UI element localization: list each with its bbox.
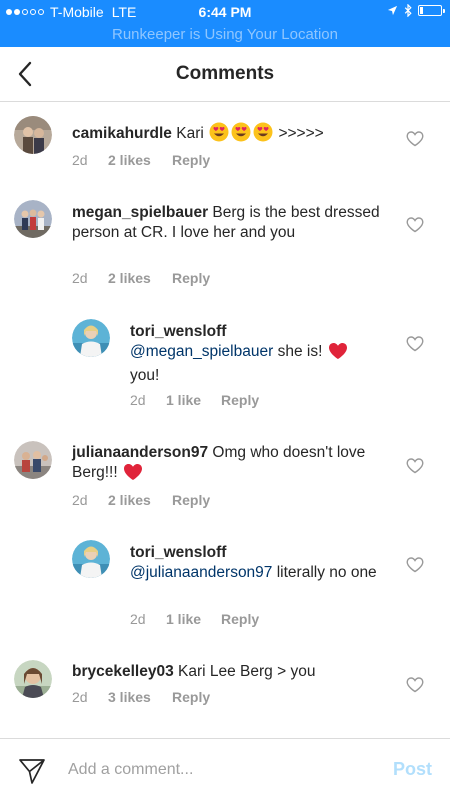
comment-text: megan_spielbauer Berg is the best dresse… (72, 203, 382, 243)
bluetooth-icon (404, 4, 412, 17)
battery-icon (418, 5, 445, 16)
comment-body: Kari Lee Berg > you (178, 663, 316, 680)
comment-item: brycekelley03 Kari Lee Berg > you (0, 640, 450, 730)
avatar[interactable] (14, 441, 52, 479)
comment-username[interactable]: brycekelley03 (72, 663, 174, 680)
like-heart-button[interactable] (406, 336, 426, 354)
comment-text: tori_wensloff @julianaanderson97 literal… (130, 543, 390, 583)
page-title: Comments (175, 63, 275, 84)
comment-likes[interactable]: 1 like (166, 611, 221, 627)
comment-username[interactable]: tori_wensloff (130, 544, 226, 561)
paper-plane-icon[interactable] (18, 757, 46, 785)
comment-item: camikahurdle Kari >>>>> 2d 2 likes Reply (0, 102, 450, 182)
comment-time: 2d (72, 492, 88, 508)
heart-outline-icon (406, 458, 424, 474)
comment-text: julianaanderson97 Omg who doesn't love B… (72, 443, 392, 487)
like-heart-button[interactable] (406, 217, 426, 235)
avatar[interactable] (14, 116, 52, 154)
heart-outline-icon (406, 677, 424, 693)
location-arrow-icon (387, 5, 398, 16)
comment-username[interactable]: megan_spielbauer (72, 204, 208, 221)
heart-outline-icon (406, 131, 424, 147)
like-heart-button[interactable] (406, 458, 426, 476)
red-heart-emoji-icon (328, 342, 348, 366)
comment-body-continued: you! (130, 367, 160, 384)
comment-item: julianaanderson97 Omg who doesn't love B… (0, 422, 450, 520)
comment-body: literally no one (276, 564, 377, 581)
comment-time: 2d (72, 152, 88, 168)
like-heart-button[interactable] (406, 131, 426, 149)
avatar[interactable] (72, 540, 110, 578)
reply-button[interactable]: Reply (172, 492, 210, 508)
comment-input[interactable] (68, 757, 368, 783)
comment-reply-item: tori_wensloff @julianaanderson97 literal… (0, 520, 450, 640)
heart-eyes-emoji-icon (209, 122, 229, 148)
comment-username[interactable]: camikahurdle (72, 125, 172, 142)
comment-time: 2d (130, 392, 146, 408)
comment-meta: 2d 2 likes Reply (72, 492, 210, 508)
comment-body-suffix: >>>>> (278, 125, 324, 142)
comment-meta: 2d 2 likes Reply (72, 270, 210, 286)
reply-button[interactable]: Reply (172, 152, 210, 168)
comment-text: brycekelley03 Kari Lee Berg > you (72, 662, 392, 682)
comment-username[interactable]: julianaanderson97 (72, 444, 208, 461)
comment-composer: Post (0, 738, 450, 801)
comment-time: 2d (72, 689, 88, 705)
comment-mention[interactable]: @megan_spielbauer (130, 343, 273, 360)
comment-item: megan_spielbauer Berg is the best dresse… (0, 182, 450, 300)
red-heart-emoji-icon (123, 463, 143, 487)
like-heart-button[interactable] (406, 557, 426, 575)
comment-likes[interactable]: 2 likes (108, 492, 172, 508)
avatar[interactable] (14, 660, 52, 698)
comment-text: tori_wensloff @megan_spielbauer she is! … (130, 322, 390, 386)
comment-meta: 2d 3 likes Reply (72, 689, 210, 705)
comment-likes[interactable]: 2 likes (108, 270, 172, 286)
comment-body: Kari (176, 125, 204, 142)
comment-likes[interactable]: 3 likes (108, 689, 172, 705)
heart-eyes-emoji-icon (231, 122, 251, 148)
comment-meta: 2d 1 like Reply (130, 611, 259, 627)
nav-bar: Comments (0, 47, 450, 102)
comment-time: 2d (72, 270, 88, 286)
comment-likes[interactable]: 2 likes (108, 152, 172, 168)
heart-outline-icon (406, 217, 424, 233)
avatar[interactable] (14, 200, 52, 238)
heart-outline-icon (406, 336, 424, 352)
comment-meta: 2d 2 likes Reply (72, 152, 210, 168)
heart-eyes-emoji-icon (253, 122, 273, 148)
status-right (381, 4, 445, 17)
comment-meta: 2d 1 like Reply (130, 392, 259, 408)
comment-mention[interactable]: @julianaanderson97 (130, 564, 272, 581)
avatar[interactable] (72, 319, 110, 357)
status-bar: T-Mobile LTE 6:44 PM (0, 0, 450, 25)
post-button[interactable]: Post (393, 759, 432, 780)
comment-time: 2d (130, 611, 146, 627)
reply-button[interactable]: Reply (221, 392, 259, 408)
comment-text: camikahurdle Kari >>>>> (72, 122, 402, 148)
location-banner[interactable]: Runkeeper is Using Your Location (0, 25, 450, 47)
comment-body: she is! (277, 343, 323, 360)
reply-button[interactable]: Reply (172, 270, 210, 286)
reply-button[interactable]: Reply (221, 611, 259, 627)
reply-button[interactable]: Reply (172, 689, 210, 705)
comment-username[interactable]: tori_wensloff (130, 323, 226, 340)
heart-outline-icon (406, 557, 424, 573)
like-heart-button[interactable] (406, 677, 426, 695)
comment-likes[interactable]: 1 like (166, 392, 221, 408)
